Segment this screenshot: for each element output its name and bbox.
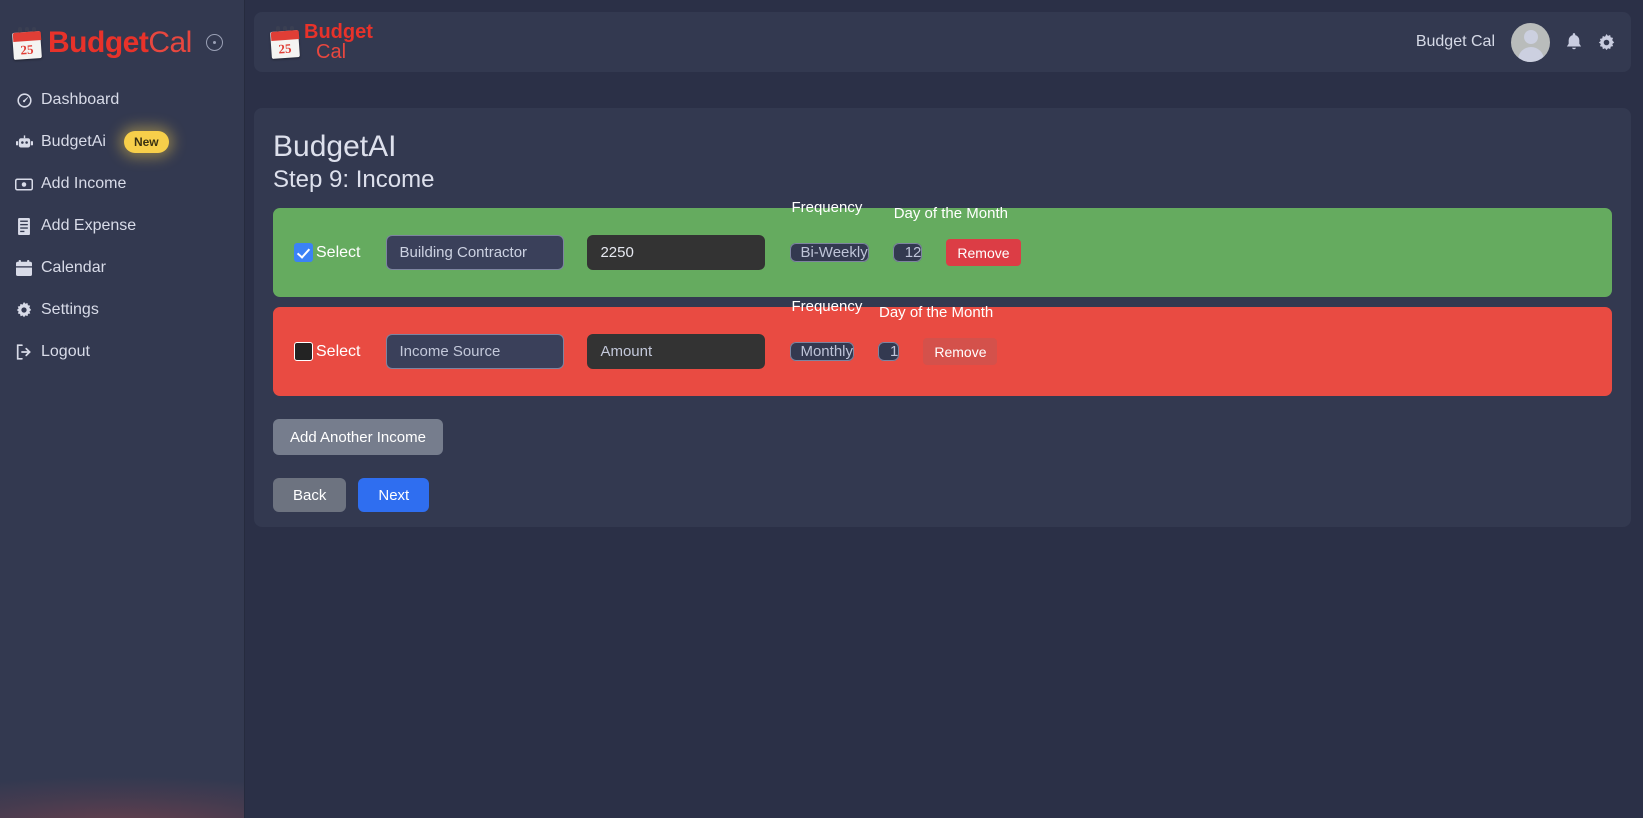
sidebar-item-dashboard[interactable]: Dashboard — [0, 85, 244, 115]
calendar-logo-icon: 25 — [268, 25, 302, 59]
sidebar-item-label: Logout — [41, 343, 90, 360]
header-logo[interactable]: 25 Budget Cal — [254, 22, 373, 63]
dashboard-icon — [15, 91, 33, 109]
money-bill-icon — [15, 175, 33, 193]
header-logo-text: Budget Cal — [304, 22, 373, 63]
sidebar-bottom-glow — [0, 748, 244, 818]
sidebar-item-label: Add Income — [41, 175, 127, 192]
sidebar-item-calendar[interactable]: Calendar — [0, 253, 244, 283]
calendar-logo-day: 25 — [277, 40, 292, 57]
select-label: Select — [316, 243, 361, 261]
calendar-logo-icon: 25 — [10, 26, 44, 60]
income-amount-field[interactable]: Amount — [564, 334, 766, 369]
sidebar-item-add-income[interactable]: Add Income — [0, 169, 244, 199]
income-row: Select Income Source Amount Frequency Mo… — [273, 298, 1612, 396]
select-checkbox[interactable] — [294, 243, 313, 262]
sidebar-item-budgetai[interactable]: BudgetAi New — [0, 127, 244, 157]
income-amount-field[interactable]: 2250 — [564, 235, 766, 270]
day-of-month-label: Day of the Month — [879, 304, 994, 321]
wizard-nav-buttons: Back Next — [273, 478, 1612, 512]
avatar[interactable] — [1511, 22, 1550, 62]
income-source-field[interactable]: Income Source — [360, 334, 565, 369]
step-title: Step 9: Income — [273, 166, 435, 193]
settings-gear-icon[interactable] — [1598, 33, 1615, 51]
header-user-name: Budget Cal — [1415, 33, 1495, 50]
frequency-field[interactable]: Frequency Monthly — [790, 298, 862, 375]
sidebar-item-label: Calendar — [41, 259, 106, 276]
gear-icon — [15, 301, 33, 319]
robot-icon — [15, 133, 33, 151]
brand-title: BudgetCal — [48, 26, 192, 60]
brand-title-light: Cal — [148, 25, 192, 59]
day-of-month-field[interactable]: Day of the Month 1 — [878, 304, 993, 368]
header-logo-line1: Budget — [304, 21, 373, 43]
notification-bell-icon[interactable] — [1566, 33, 1582, 51]
header-right-cluster: Budget Cal — [1415, 22, 1631, 62]
select-checkbox[interactable] — [294, 342, 313, 361]
page-title: BudgetAI — [273, 130, 397, 163]
day-of-month-input[interactable]: 12 — [892, 243, 923, 262]
sidebar-item-add-expense[interactable]: Add Expense — [0, 211, 244, 241]
header-logo-line2: Cal — [316, 41, 347, 63]
sidebar-item-label: Add Expense — [41, 217, 137, 234]
frequency-field[interactable]: Frequency Bi-Weekly — [790, 199, 869, 276]
remove-button[interactable]: Remove — [923, 338, 998, 365]
frequency-select[interactable]: Bi-Weekly — [790, 242, 869, 262]
select-checkbox-group[interactable]: Select — [294, 342, 360, 361]
frequency-select[interactable]: Monthly — [790, 341, 854, 361]
day-of-month-field[interactable]: Day of the Month 12 — [892, 205, 1008, 269]
brand-title-bold: Budget — [48, 25, 149, 59]
frequency-label: Frequency — [791, 297, 863, 315]
day-of-month-label: Day of the Month — [893, 205, 1008, 222]
new-badge: New — [123, 131, 169, 153]
select-checkbox-group[interactable]: Select — [294, 243, 360, 262]
budgetai-step-card: BudgetAI Step 9: Income Select Building … — [254, 108, 1631, 527]
income-row: Select Building Contractor 2250 Frequenc… — [273, 199, 1612, 297]
sidebar-item-logout[interactable]: Logout — [0, 337, 244, 367]
sidebar: 25 BudgetCal Dashboard BudgetAi New Add … — [0, 0, 245, 818]
collapse-toggle-icon[interactable] — [205, 34, 223, 51]
income-amount-input[interactable]: 2250 — [587, 235, 766, 270]
income-source-input[interactable]: Income Source — [386, 334, 565, 369]
select-label: Select — [316, 342, 361, 360]
next-button[interactable]: Next — [358, 478, 430, 512]
sidebar-item-label: Settings — [41, 301, 99, 318]
day-of-month-input[interactable]: 1 — [878, 342, 900, 361]
calendar-icon — [15, 259, 33, 277]
income-source-input[interactable]: Building Contractor — [386, 235, 565, 270]
back-button[interactable]: Back — [273, 478, 347, 512]
add-another-income-button[interactable]: Add Another Income — [273, 419, 443, 455]
calendar-logo-day: 25 — [19, 41, 34, 57]
sidebar-item-label: BudgetAi — [41, 133, 106, 150]
sidebar-item-settings[interactable]: Settings — [0, 295, 244, 325]
remove-button[interactable]: Remove — [946, 239, 1021, 266]
logout-icon — [15, 343, 33, 361]
income-amount-input[interactable]: Amount — [587, 334, 766, 369]
frequency-label: Frequency — [791, 198, 863, 216]
sidebar-item-label: Dashboard — [41, 91, 120, 108]
sidebar-brand[interactable]: 25 BudgetCal — [0, 0, 244, 85]
income-source-field[interactable]: Building Contractor — [360, 235, 565, 270]
receipt-icon — [15, 217, 33, 235]
top-header-bar: 25 Budget Cal Budget Cal — [254, 12, 1631, 72]
